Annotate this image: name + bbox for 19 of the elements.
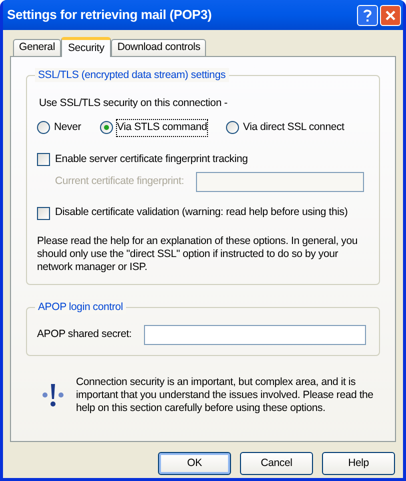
dialog-button[interactable]: OK: [158, 452, 231, 475]
tab[interactable]: Security: [60, 37, 112, 57]
window-title: Settings for retrieving mail (POP3): [7, 6, 213, 24]
note-text: Please read the help for an explanation of these options. In general, you should only use the "direct SSL" option if instructed to do so by your network manager or ISP.: [37, 235, 358, 274]
checkbox-label: Disable certificate validation (warning: read help before using this): [55, 205, 348, 220]
dialog-button[interactable]: Cancel: [240, 452, 313, 475]
checkbox-label: Enable server certificate fingerprint tracking: [55, 152, 248, 166]
group-title: APOP login control: [35, 300, 126, 314]
radio-label: Never: [54, 120, 82, 135]
field-label: APOP shared secret:: [37, 327, 133, 342]
field-label: Current certificate fingerprint:: [55, 174, 185, 190]
warning-text: Connection security is an important, but complex area, and it is important that you understand the issues involved. Please read the help on this section carefully before using these options.: [76, 376, 374, 415]
group-title: SSL/TLS (encrypted data stream) settings: [35, 68, 229, 82]
tab[interactable]: Download controls: [111, 39, 206, 56]
prompt-text: Use SSL/TLS security on this connection -: [39, 96, 228, 111]
dialog-button[interactable]: Help: [322, 452, 395, 475]
tab[interactable]: General: [13, 39, 61, 56]
radio-label: Via direct SSL connect: [243, 120, 344, 135]
radio-label: Via STLS command: [117, 120, 207, 136]
